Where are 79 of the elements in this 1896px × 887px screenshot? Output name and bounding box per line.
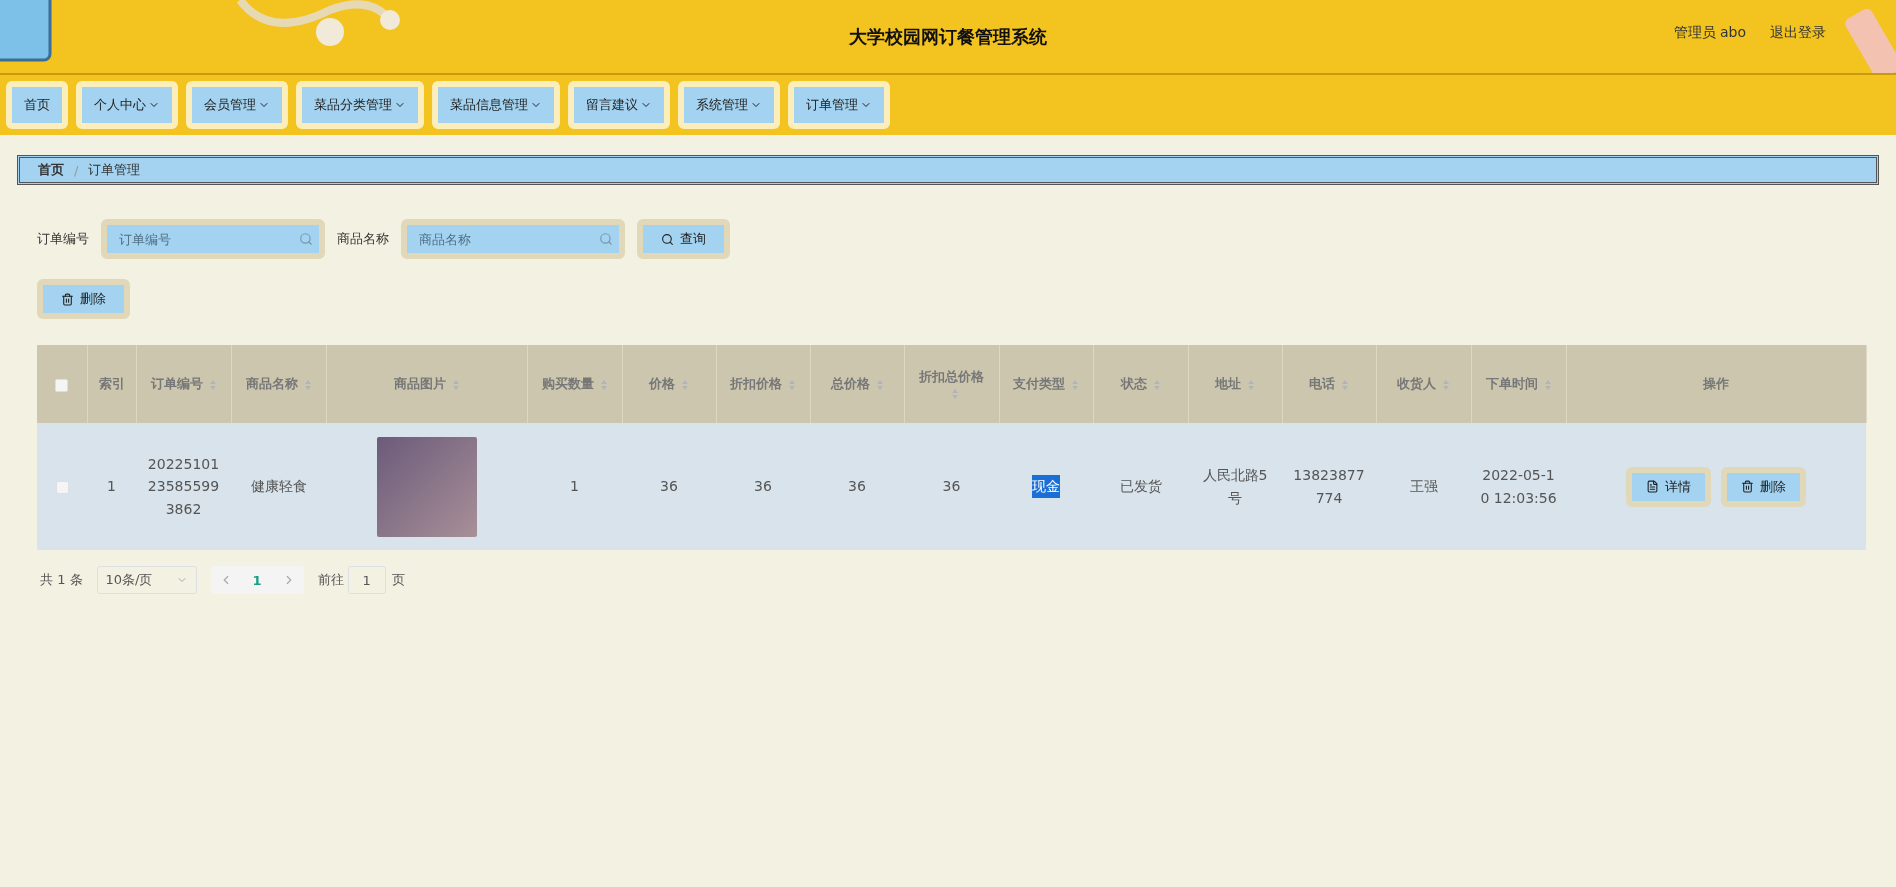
table-cell-text: 2022-05-10 12:03:56: [1479, 466, 1558, 508]
table-cell-text: 13823877774: [1292, 466, 1366, 508]
total-count: 共 1 条: [40, 571, 83, 589]
column-header: 收货人: [1397, 376, 1436, 391]
column-header: 索引: [98, 376, 125, 391]
sort-icon[interactable]: [208, 378, 217, 391]
column-header: 电话: [1309, 376, 1335, 391]
delete-button[interactable]: 删除: [37, 279, 130, 319]
nav-item[interactable]: 个人中心: [76, 81, 178, 129]
table-cell-text: 已发货: [1119, 477, 1162, 497]
sort-icon[interactable]: [1341, 378, 1349, 391]
trash-icon: [61, 292, 74, 306]
column-header: 订单编号: [150, 376, 203, 391]
sort-icon[interactable]: [599, 378, 608, 391]
document-icon: [1646, 480, 1659, 493]
column-header: 商品图片: [393, 376, 446, 391]
nav-item[interactable]: 首页: [6, 81, 68, 129]
goto-label: 前往: [317, 571, 344, 589]
query-button[interactable]: 查询: [637, 219, 730, 259]
table-cell-text: 36: [754, 477, 772, 497]
breadcrumb-item: 订单管理: [88, 161, 141, 179]
column-header: 总价格: [830, 376, 870, 391]
sort-icon[interactable]: [875, 378, 884, 391]
table-cell-text: 36: [942, 477, 961, 497]
table-cell-text: 36: [848, 477, 866, 497]
sort-icon[interactable]: [1247, 378, 1255, 391]
page-suffix: 页: [391, 571, 405, 589]
search-icon: [599, 232, 613, 246]
sort-icon[interactable]: [303, 378, 312, 391]
row-checkbox[interactable]: [55, 481, 69, 494]
table-cell-text: 人民北路5号: [1201, 466, 1269, 508]
table-cell-text: 1: [107, 477, 116, 497]
breadcrumb-item[interactable]: 首页: [38, 161, 64, 179]
nav-item[interactable]: 菜品分类管理: [296, 81, 424, 129]
page-size-select[interactable]: 10条/页: [96, 566, 197, 594]
breadcrumb-separator: /: [74, 162, 79, 178]
sort-icon[interactable]: [1152, 378, 1161, 391]
column-header: 下单时间: [1485, 376, 1538, 391]
nav-item[interactable]: 留言建议: [568, 81, 670, 129]
sort-icon[interactable]: [788, 378, 796, 391]
nav-item[interactable]: 菜品信息管理: [432, 81, 560, 129]
table-cell-text: 1: [570, 477, 579, 497]
field-label: 商品名称: [337, 230, 389, 248]
field-label: 订单编号: [37, 230, 89, 248]
detail-button[interactable]: 详情: [1626, 466, 1711, 507]
sort-icon[interactable]: [1543, 378, 1552, 391]
search-icon: [661, 232, 674, 246]
column-header: 状态: [1120, 376, 1147, 391]
column-header: 折扣价格: [730, 376, 782, 391]
app-title: 大学校园网订餐管理系统: [849, 24, 1047, 49]
search-field[interactable]: 商品名称: [401, 219, 625, 259]
table-cell: 现金: [1032, 475, 1060, 498]
sort-icon[interactable]: [1442, 378, 1450, 391]
logout-link[interactable]: 退出登录: [1770, 24, 1826, 42]
delete-button[interactable]: 删除: [1721, 466, 1806, 507]
search-icon: [299, 232, 313, 246]
column-header: 购买数量: [541, 376, 594, 391]
column-header: 操作: [1703, 376, 1729, 391]
nav-item[interactable]: 系统管理: [678, 81, 780, 129]
sort-icon[interactable]: [681, 378, 689, 391]
sort-icon[interactable]: [950, 388, 959, 400]
table-cell-text: 20225101235855993862: [146, 454, 221, 519]
trash-icon: [1741, 480, 1754, 493]
nav-item[interactable]: 订单管理: [788, 81, 890, 129]
column-header: 支付类型: [1013, 376, 1065, 391]
column-header: 商品名称: [245, 376, 298, 391]
column-header: 折扣总价格: [919, 368, 984, 384]
column-header: 地址: [1215, 376, 1241, 391]
sort-icon[interactable]: [1071, 378, 1079, 391]
sort-icon[interactable]: [451, 378, 460, 391]
nav-item[interactable]: 会员管理: [186, 81, 288, 129]
search-field[interactable]: 订单编号: [101, 219, 325, 259]
table-cell-text: 健康轻食: [250, 477, 307, 497]
table-cell-text: 36: [660, 477, 678, 497]
table-cell-text: 王强: [1409, 477, 1438, 497]
user-label: 管理员 abo: [1673, 24, 1746, 42]
select-all-checkbox[interactable]: [55, 378, 69, 392]
column-header: 价格: [649, 376, 675, 391]
goto-page-field[interactable]: 1: [347, 566, 386, 594]
